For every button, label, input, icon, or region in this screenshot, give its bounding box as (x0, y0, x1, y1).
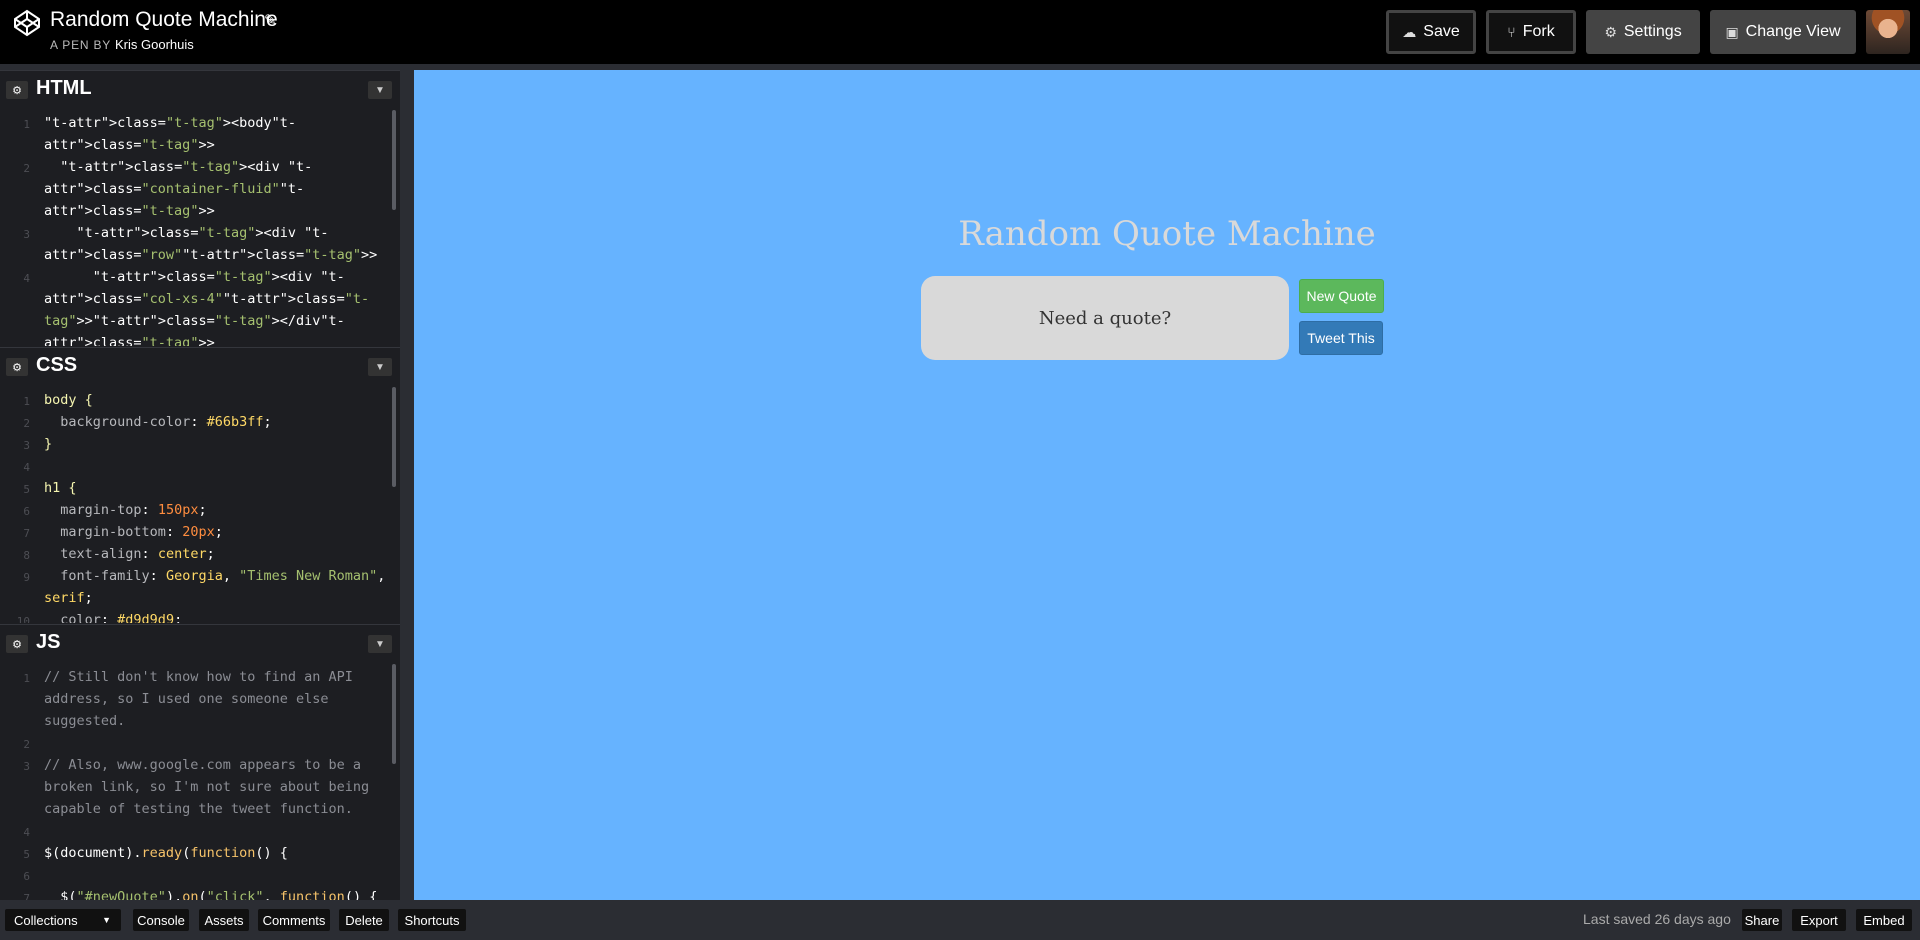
code-line[interactable] (44, 864, 386, 886)
pen-byline: A PEN BY Kris Goorhuis (50, 37, 194, 52)
css-collapse-chevron-icon[interactable]: ▼ (368, 358, 392, 376)
code-line[interactable]: $(document).ready(function() { (44, 842, 386, 864)
settings-button[interactable]: ⚙ Settings (1586, 10, 1700, 54)
fork-label: Fork (1522, 23, 1555, 40)
view-icon: ▣ (1725, 23, 1739, 40)
code-line[interactable]: $("#newQuote").on("click", function() { (44, 886, 386, 900)
html-editor-label: HTML (36, 77, 92, 99)
html-code-area[interactable]: 1234567891011 "t-attr">class="t-tag"><bo… (0, 108, 400, 346)
change-view-button[interactable]: ▣ Change View (1710, 10, 1856, 54)
css-scrollbar[interactable] (392, 387, 396, 487)
author-link[interactable]: Kris Goorhuis (115, 37, 194, 52)
preview-pane: Random Quote Machine Need a quote? New Q… (414, 70, 1920, 900)
byline-prefix: A PEN BY (50, 38, 111, 52)
code-line[interactable]: background-color: #66b3ff; (44, 411, 386, 433)
html-scrollbar[interactable] (392, 110, 396, 210)
code-line[interactable]: // Also, www.google.com appears to be a … (44, 754, 386, 820)
js-line-numbers: 1234567 (23, 672, 30, 900)
html-editor: ⚙ HTML ▼ 1234567891011 "t-attr">class="t… (0, 70, 400, 346)
pencil-icon[interactable]: ✎ (264, 11, 277, 29)
css-settings-icon[interactable]: ⚙ (6, 358, 28, 376)
editors-panel: ⚙ HTML ▼ 1234567891011 "t-attr">class="t… (0, 70, 400, 900)
css-editor: ⚙ CSS ▼ 1 2 3 4 5 6 7 8 9 10 body { background-co… (0, 347, 400, 623)
css-editor-header: ⚙ CSS ▼ (0, 347, 400, 385)
code-line[interactable]: body { (44, 389, 386, 411)
collections-label: Collections (14, 912, 78, 928)
export-button[interactable]: Export (1792, 909, 1846, 931)
code-line[interactable]: text-align: center; (44, 543, 386, 565)
embed-button[interactable]: Embed (1856, 909, 1912, 931)
code-line[interactable]: "t-attr">class="t-tag"><div "t-attr">cla… (44, 266, 386, 346)
html-line-numbers: 1234567891011 (23, 118, 30, 285)
css-editor-label: CSS (36, 354, 78, 376)
js-editor-header: ⚙ JS ▼ (0, 624, 400, 662)
pen-title[interactable]: Random Quote Machine (50, 8, 278, 32)
resize-divider[interactable] (400, 70, 414, 900)
last-saved-status: Last saved 26 days ago (1583, 911, 1731, 927)
console-button[interactable]: Console (133, 909, 189, 931)
css-code-area[interactable]: 1 2 3 4 5 6 7 8 9 10 body { background-color: #66… (0, 385, 400, 623)
delete-button[interactable]: Delete (339, 909, 389, 931)
code-line[interactable]: color: #d9d9d9; (44, 609, 386, 623)
html-settings-icon[interactable]: ⚙ (6, 81, 28, 99)
js-code-area[interactable]: 1234567 // Still don't know how to find … (0, 662, 400, 900)
quote-box: Need a quote? (921, 276, 1289, 360)
shortcuts-button[interactable]: Shortcuts (398, 909, 466, 931)
js-scrollbar[interactable] (392, 664, 396, 764)
fork-button[interactable]: ⑂ Fork (1486, 10, 1576, 54)
header: Random Quote Machine ✎ A PEN BY Kris Goo… (0, 0, 1920, 64)
change-view-label: Change View (1745, 23, 1841, 40)
user-avatar[interactable] (1866, 10, 1910, 54)
settings-label: Settings (1623, 23, 1682, 40)
codepen-logo-icon[interactable] (13, 9, 41, 37)
fork-icon: ⑂ (1507, 24, 1516, 40)
html-code-lines[interactable]: "t-attr">class="t-tag"><body"t-attr">cla… (44, 112, 386, 346)
preview-heading: Random Quote Machine (958, 214, 1376, 254)
js-collapse-chevron-icon[interactable]: ▼ (368, 635, 392, 653)
js-editor: ⚙ JS ▼ 1234567 // Still don't know how t… (0, 624, 400, 900)
code-line[interactable]: margin-bottom: 20px; (44, 521, 386, 543)
new-quote-button[interactable]: New Quote (1299, 279, 1384, 313)
js-code-lines[interactable]: // Still don't know how to find an API a… (44, 666, 386, 900)
code-line[interactable]: font-family: Georgia, "Times New Roman",… (44, 565, 386, 609)
caret-down-icon: ▼ (102, 915, 111, 925)
js-editor-label: JS (36, 631, 61, 653)
code-line[interactable]: // Still don't know how to find an API a… (44, 666, 386, 732)
save-button[interactable]: ☁ Save (1386, 10, 1476, 54)
code-line[interactable]: } (44, 433, 386, 455)
code-line[interactable] (44, 820, 386, 842)
comments-button[interactable]: Comments (258, 909, 330, 931)
tweet-this-button[interactable]: Tweet This (1299, 321, 1383, 355)
code-line[interactable]: margin-top: 150px; (44, 499, 386, 521)
code-line[interactable]: "t-attr">class="t-tag"><div "t-attr">cla… (44, 156, 386, 222)
css-code-lines[interactable]: body { background-color: #66b3ff;} h1 { … (44, 389, 386, 623)
assets-button[interactable]: Assets (199, 909, 249, 931)
cloud-icon: ☁ (1402, 23, 1417, 40)
html-collapse-chevron-icon[interactable]: ▼ (368, 81, 392, 99)
code-line[interactable]: "t-attr">class="t-tag"><body"t-attr">cla… (44, 112, 386, 156)
code-line[interactable]: h1 { (44, 477, 386, 499)
save-label: Save (1423, 23, 1460, 40)
html-editor-header: ⚙ HTML ▼ (0, 70, 400, 108)
footer-bar: Collections ▼ Console Assets Comments De… (0, 900, 1920, 940)
share-button[interactable]: Share (1742, 909, 1782, 931)
css-line-numbers: 1 2 3 4 5 6 7 8 9 10 (16, 395, 30, 623)
gear-icon: ⚙ (1604, 23, 1617, 40)
code-line[interactable]: "t-attr">class="t-tag"><div "t-attr">cla… (44, 222, 386, 266)
code-line[interactable] (44, 455, 386, 477)
js-settings-icon[interactable]: ⚙ (6, 635, 28, 653)
code-line[interactable] (44, 732, 386, 754)
collections-dropdown[interactable]: Collections ▼ (5, 909, 121, 931)
